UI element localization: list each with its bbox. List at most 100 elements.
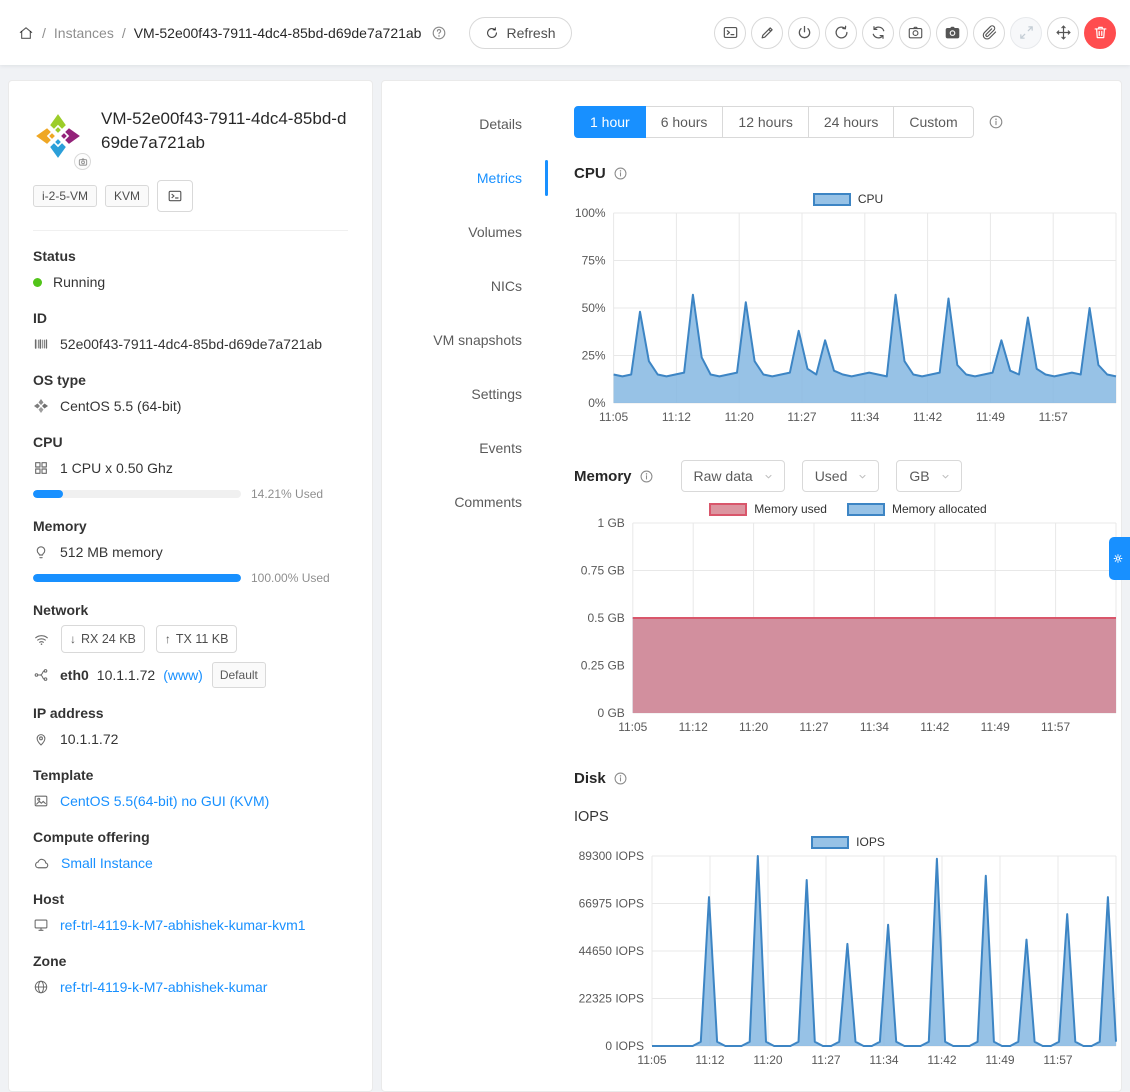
compute-offering-link[interactable]: Small Instance [61, 852, 153, 874]
tab-metrics[interactable]: Metrics [382, 151, 548, 205]
cpu-chart-plot: 0%25%50%75%100%11:0511:1211:2011:2711:34… [574, 208, 1122, 433]
globe-icon [33, 979, 49, 995]
tab-events[interactable]: Events [382, 421, 548, 475]
tx-badge: ↑TX 11 KB [156, 625, 238, 653]
range-info-icon[interactable] [988, 114, 1004, 130]
ip-address-value: 10.1.1.72 [60, 728, 118, 750]
breadcrumb-separator: / [122, 25, 126, 41]
centos-logo-icon [33, 111, 83, 161]
range-12-hours[interactable]: 12 hours [722, 106, 808, 138]
take-snapshot-button[interactable] [899, 17, 931, 49]
reboot-icon [833, 24, 850, 41]
svg-text:0 IOPS: 0 IOPS [605, 1039, 644, 1053]
cpu-section-title: CPU [574, 165, 606, 182]
settings-gear-button[interactable] [1109, 537, 1130, 580]
svg-text:11:27: 11:27 [811, 1053, 840, 1067]
svg-text:11:12: 11:12 [679, 720, 708, 734]
volume-snapshot-button[interactable] [936, 17, 968, 49]
breadcrumb-instances-link[interactable]: Instances [54, 25, 114, 41]
default-nic-badge: Default [212, 662, 266, 688]
down-arrow-icon: ↓ [70, 628, 76, 650]
move-arrows-icon [1055, 24, 1072, 41]
ip-address-label: IP address [33, 705, 348, 721]
svg-text:75%: 75% [582, 254, 606, 268]
status-running-dot [33, 278, 42, 287]
svg-text:11:49: 11:49 [976, 410, 1005, 424]
reboot-instance-button[interactable] [825, 17, 857, 49]
host-link[interactable]: ref-trl-4119-k-M7-abhishek-kumar-kvm1 [60, 914, 306, 936]
cpu-chart: CPU 0%25%50%75%100%11:0511:1211:2011:271… [574, 192, 1122, 433]
tab-settings[interactable]: Settings [382, 367, 548, 421]
svg-text:11:49: 11:49 [985, 1053, 1014, 1067]
svg-text:0.75 GB: 0.75 GB [581, 564, 625, 578]
chevron-down-icon [763, 471, 774, 482]
range-custom[interactable]: Custom [893, 106, 973, 138]
svg-text:11:12: 11:12 [662, 410, 691, 424]
disk-section-title: Disk [574, 770, 606, 787]
status-label: Status [33, 248, 348, 264]
memory-data-select[interactable]: Raw data [681, 460, 785, 492]
wifi-icon [33, 631, 50, 648]
svg-text:11:05: 11:05 [618, 720, 647, 734]
template-label: Template [33, 767, 348, 783]
view-console-button[interactable] [714, 17, 746, 49]
edit-button[interactable] [751, 17, 783, 49]
cpu-grid-icon [33, 460, 49, 476]
memory-unit-select-value: GB [909, 468, 929, 484]
refresh-label: Refresh [506, 25, 555, 41]
cpu-usage-text: 14.21% Used [251, 487, 323, 501]
breadcrumb: / Instances / VM-52e00f43-7911-4dc4-85bd… [18, 17, 572, 49]
paperclip-icon [981, 24, 998, 41]
migrate-instance-button[interactable] [1047, 17, 1079, 49]
disk-chart-plot: 0 IOPS22325 IOPS44650 IOPS66975 IOPS8930… [574, 851, 1122, 1076]
os-logo [33, 111, 83, 164]
range-1-hour[interactable]: 1 hour [574, 106, 646, 138]
id-value: 52e00f43-7911-4dc4-85bd-d69de7a721ab [60, 333, 322, 355]
picture-icon [33, 793, 49, 809]
tab-vm-snapshots[interactable]: VM snapshots [382, 313, 548, 367]
svg-text:11:27: 11:27 [799, 720, 828, 734]
tab-comments[interactable]: Comments [382, 475, 548, 529]
zone-label: Zone [33, 953, 348, 969]
reinstall-instance-button[interactable] [862, 17, 894, 49]
os-type-label: OS type [33, 372, 348, 388]
attach-iso-button[interactable] [973, 17, 1005, 49]
range-6-hours[interactable]: 6 hours [645, 106, 724, 138]
nic-name: eth0 [60, 664, 89, 686]
barcode-icon [33, 336, 49, 352]
home-icon[interactable] [18, 25, 34, 41]
destroy-instance-button[interactable] [1084, 17, 1116, 49]
tab-list: Details Metrics Volumes NICs VM snapshot… [382, 81, 548, 1091]
console-icon [722, 24, 739, 41]
svg-text:11:49: 11:49 [981, 720, 1010, 734]
disk-info-icon[interactable] [613, 771, 628, 786]
hypervisor-tag: KVM [105, 185, 149, 207]
tab-details[interactable]: Details [382, 97, 548, 151]
range-24-hours[interactable]: 24 hours [808, 106, 894, 138]
refresh-button[interactable]: Refresh [469, 17, 571, 49]
stop-instance-button[interactable] [788, 17, 820, 49]
tab-nics[interactable]: NICs [382, 259, 548, 313]
help-question-icon[interactable] [431, 25, 447, 41]
cpu-info-icon[interactable] [613, 166, 628, 181]
memory-info-icon[interactable] [639, 469, 654, 484]
memory-mode-select[interactable]: Used [802, 460, 880, 492]
tab-volumes[interactable]: Volumes [382, 205, 548, 259]
centos-os-icon [33, 398, 49, 414]
camera-filled-icon [944, 24, 961, 41]
memory-unit-select[interactable]: GB [896, 460, 961, 492]
trash-icon [1092, 24, 1109, 41]
edit-pencil-icon [759, 24, 776, 41]
template-link[interactable]: CentOS 5.5(64-bit) no GUI (KVM) [60, 790, 269, 812]
camera-badge-icon[interactable] [74, 153, 91, 170]
chevron-down-icon [940, 471, 951, 482]
svg-text:11:57: 11:57 [1039, 410, 1068, 424]
zone-link[interactable]: ref-trl-4119-k-M7-abhishek-kumar [60, 976, 267, 998]
svg-text:25%: 25% [582, 349, 606, 363]
instance-title: VM-52e00f43-7911-4dc4-85bd-d69de7a721ab [101, 107, 348, 155]
network-link[interactable]: (www) [163, 664, 203, 686]
scale-vm-button[interactable] [1010, 17, 1042, 49]
svg-text:11:27: 11:27 [787, 410, 816, 424]
open-console-button[interactable] [157, 180, 193, 212]
up-arrow-icon: ↑ [165, 628, 171, 650]
